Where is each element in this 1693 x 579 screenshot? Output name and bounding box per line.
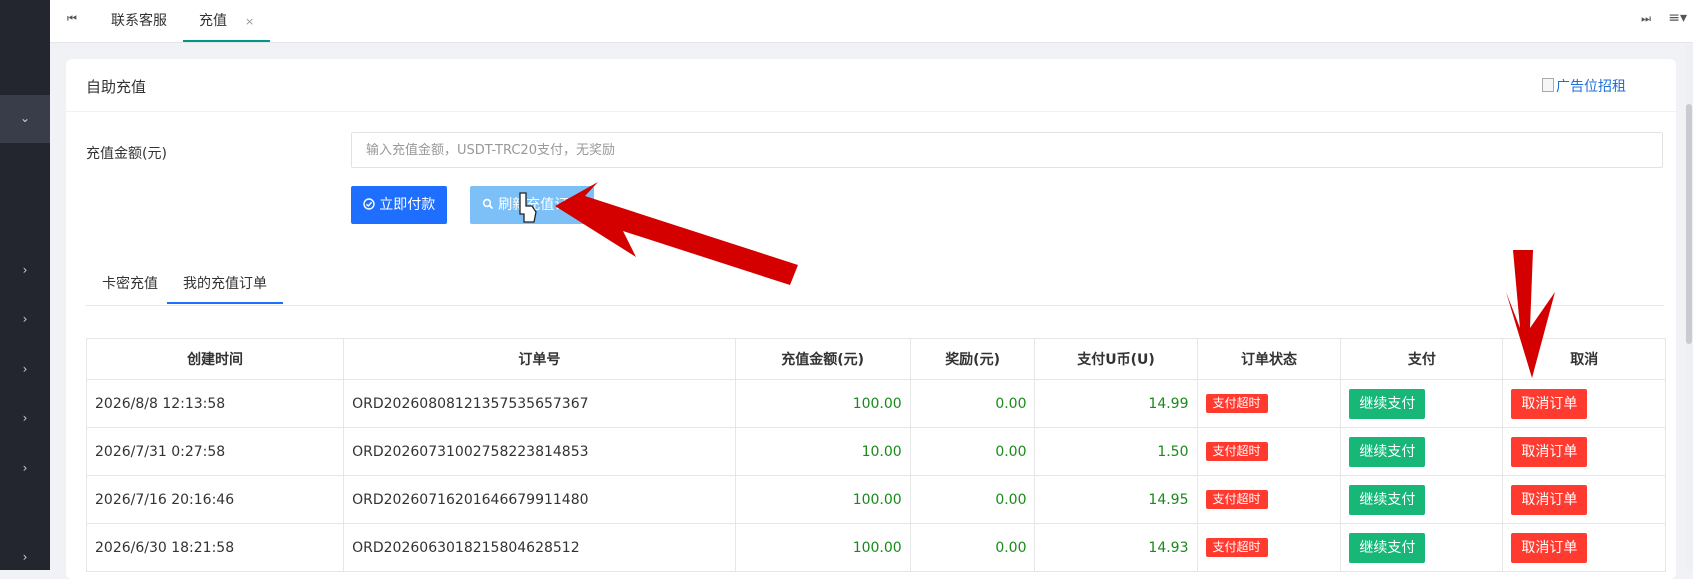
table-row: 2026/6/30 18:21:58 ORD202606301821580462…: [87, 523, 1665, 572]
amount-input[interactable]: [351, 132, 1663, 168]
cell-order-no: ORD2026071620164667991148​0: [343, 475, 736, 524]
table-header-row: 创建时间 订单号 充值金额(元) 奖励(元) 支付U币(U) 订单状态 支付 取…: [87, 339, 1665, 380]
ad-link[interactable]: 广告位招租: [1542, 76, 1626, 96]
cell-order-no: ORD2026063018215804628512: [343, 523, 736, 572]
cell-usdt: 1.50: [1034, 427, 1198, 476]
cell-order-no: ORD2026080812135753565736​7: [343, 379, 736, 428]
cancel-order-button[interactable]: 取消订单: [1511, 484, 1588, 515]
pay-now-label: 立即付款: [379, 197, 436, 213]
sidebar-item-active[interactable]: ⌄: [0, 95, 50, 143]
search-icon: [482, 197, 498, 213]
cell-usdt: 14.95: [1034, 475, 1198, 524]
col-header: 取消: [1502, 339, 1665, 380]
table-row: 2026/7/16 20:16:46 ORD202607162016466799…: [87, 475, 1665, 524]
cell-bonus: 0.00: [910, 427, 1036, 476]
pay-now-button[interactable]: 立即付款: [351, 186, 447, 224]
cell-bonus: 0.00: [910, 475, 1036, 524]
tab-label: 充值: [199, 13, 227, 29]
cell-bonus: 0.00: [910, 523, 1036, 572]
cell-usdt: 14.99: [1034, 379, 1198, 428]
card-header: 自助充值 广告位招租: [66, 59, 1676, 112]
col-header: 订单号: [343, 339, 736, 380]
scrollbar-thumb[interactable]: [1686, 104, 1692, 344]
status-badge: 支付超时: [1205, 490, 1268, 509]
col-header: 订单状态: [1197, 339, 1342, 380]
check-circle-icon: [363, 197, 379, 213]
continue-pay-button[interactable]: 继续支付: [1349, 532, 1426, 563]
col-header: 创建时间: [87, 339, 345, 380]
tab-my-orders[interactable]: 我的充值订单: [167, 271, 283, 304]
cell-order-no: ORD2026073100275822381485​3: [343, 427, 736, 476]
left-sidebar: ⌄ › › › › › ›: [0, 0, 50, 570]
chevron-right-icon[interactable]: ›: [0, 362, 50, 376]
cancel-order-button[interactable]: 取消订单: [1511, 436, 1588, 467]
cell-amount: 100.00: [735, 475, 911, 524]
tab-card-recharge[interactable]: 卡密充值: [86, 271, 174, 304]
scrollbar-track[interactable]: [1685, 44, 1693, 570]
cell-time: 2026/7/31 0:27:58: [87, 427, 345, 476]
continue-pay-button[interactable]: 继续支付: [1349, 388, 1426, 419]
cell-time: 2026/7/16 20:16:46: [87, 475, 345, 524]
status-badge: 支付超时: [1205, 394, 1268, 413]
chevron-right-icon[interactable]: ›: [0, 411, 50, 425]
tab-bar: ⏮ 联系客服 充值 × ⏭ ≡▾: [50, 0, 1693, 43]
cancel-order-button[interactable]: 取消订单: [1511, 388, 1588, 419]
continue-pay-button[interactable]: 继续支付: [1349, 484, 1426, 515]
cell-usdt: 14.93: [1034, 523, 1198, 572]
tab-label: 卡密充值: [102, 276, 158, 292]
chevron-right-icon[interactable]: ›: [0, 263, 50, 277]
tab-recharge[interactable]: 充值 ×: [183, 0, 271, 42]
tab-contact-support[interactable]: 联系客服: [95, 0, 183, 42]
cell-amount: 100.00: [735, 523, 911, 572]
ad-link-label: 广告位招租: [1556, 79, 1626, 95]
table-row: 2026/8/8 12:13:58 ORD2026080812135753565…: [87, 379, 1665, 428]
orders-table: 创建时间 订单号 充值金额(元) 奖励(元) 支付U币(U) 订单状态 支付 取…: [86, 338, 1666, 572]
status-badge: 支付超时: [1205, 442, 1268, 461]
cancel-order-button[interactable]: 取消订单: [1511, 532, 1588, 563]
tab-label: 我的充值订单: [183, 276, 267, 292]
cell-amount: 100.00: [735, 379, 911, 428]
refresh-orders-label: 刷新充值订单: [498, 197, 583, 213]
col-header: 奖励(元): [910, 339, 1036, 380]
recharge-tabs: 卡密充值 我的充值订单: [86, 271, 1664, 306]
cell-time: 2026/6/30 18:21:58: [87, 523, 345, 572]
col-header: 支付U币(U): [1034, 339, 1198, 380]
col-header: 充值金额(元): [735, 339, 911, 380]
scroll-last-icon[interactable]: ⏭: [1641, 12, 1651, 26]
page-title: 自助充值: [86, 78, 147, 96]
scroll-first-icon[interactable]: ⏮: [67, 12, 77, 26]
chevron-down-icon: ⌄: [19, 111, 31, 125]
status-badge: 支付超时: [1205, 538, 1268, 557]
chevron-right-icon[interactable]: ›: [0, 461, 50, 475]
col-header: 支付: [1340, 339, 1504, 380]
recharge-card: 自助充值 广告位招租 充值金额(元) 立即付款 刷新充值订单 卡密充值 我的充值…: [66, 59, 1676, 579]
tab-label: 联系客服: [111, 13, 167, 29]
menu-icon[interactable]: ≡▾: [1668, 10, 1687, 26]
chevron-right-icon[interactable]: ›: [0, 312, 50, 326]
continue-pay-button[interactable]: 继续支付: [1349, 436, 1426, 467]
cell-time: 2026/8/8 12:13:58: [87, 379, 345, 428]
table-row: 2026/7/31 0:27:58 ORD2026073100275822381…: [87, 427, 1665, 476]
cell-amount: 10.00: [735, 427, 911, 476]
refresh-orders-button[interactable]: 刷新充值订单: [470, 186, 594, 224]
cell-bonus: 0.00: [910, 379, 1036, 428]
amount-label: 充值金额(元): [86, 146, 167, 162]
close-icon[interactable]: ×: [245, 15, 254, 28]
chevron-right-icon[interactable]: ›: [0, 550, 50, 564]
broken-image-icon: [1542, 78, 1554, 92]
